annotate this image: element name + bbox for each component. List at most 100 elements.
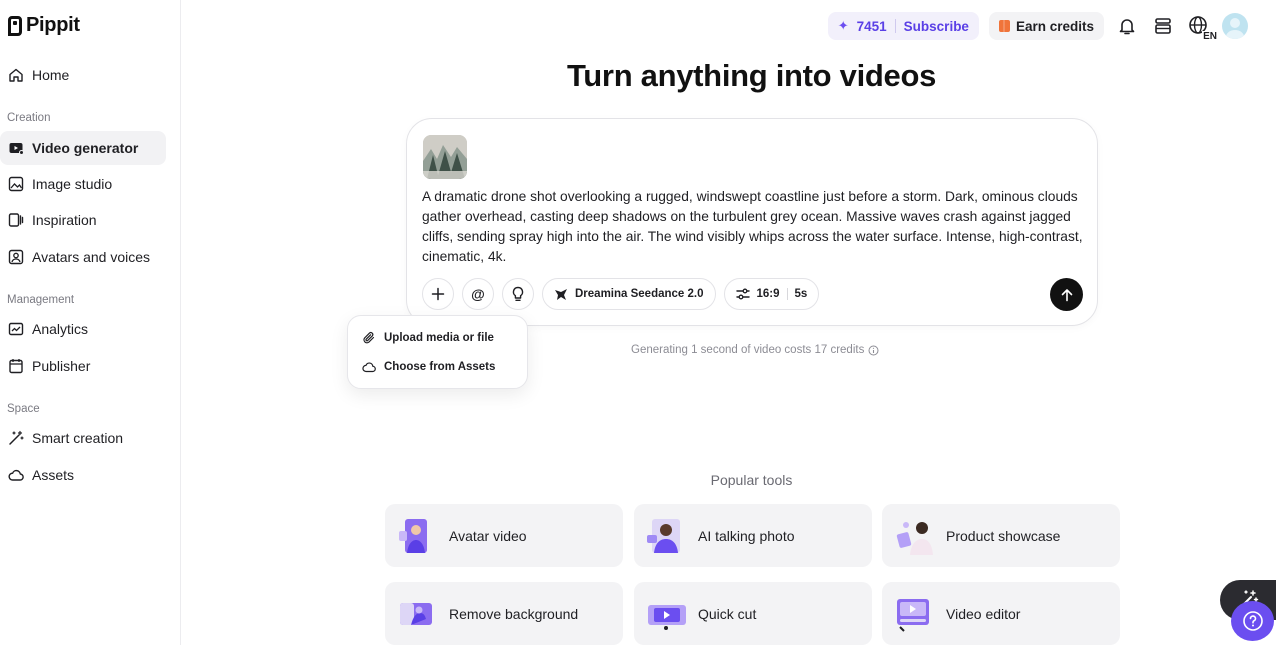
lightbulb-icon bbox=[512, 286, 524, 301]
sidebar-item-label: Inspiration bbox=[32, 212, 97, 228]
send-button[interactable] bbox=[1050, 278, 1083, 311]
earn-credits-label: Earn credits bbox=[1015, 18, 1094, 34]
sidebar: Pippit Home Creation Video generator Ima… bbox=[0, 0, 181, 645]
video-generator-icon bbox=[9, 143, 24, 155]
forest-image-icon bbox=[423, 135, 467, 179]
credits-count: 7451 bbox=[856, 18, 887, 34]
tool-card-label: Product showcase bbox=[946, 527, 1061, 544]
inspiration-icon bbox=[8, 213, 24, 227]
bell-icon bbox=[1119, 19, 1135, 35]
reference-image-thumbnail[interactable] bbox=[423, 135, 467, 179]
duration-value: 5s bbox=[794, 288, 808, 300]
tool-card-label: Avatar video bbox=[449, 527, 527, 544]
model-name: Dreamina Seedance 2.0 bbox=[575, 288, 704, 300]
at-icon: @ bbox=[471, 286, 485, 302]
credit-cost-note: Generating 1 second of video costs 17 cr… bbox=[631, 344, 879, 356]
sidebar-item-label: Image studio bbox=[32, 176, 113, 192]
tool-card-quick-cut[interactable]: Quick cut bbox=[634, 582, 872, 645]
subscribe-button[interactable]: Subscribe bbox=[904, 19, 969, 34]
upload-media-label: Upload media or file bbox=[384, 332, 494, 344]
sidebar-item-label: Analytics bbox=[32, 321, 89, 337]
pippit-logo-icon bbox=[8, 15, 22, 36]
choose-assets-label: Choose from Assets bbox=[384, 361, 496, 373]
sidebar-item-label: Assets bbox=[32, 467, 75, 483]
upload-menu: Upload media or file Choose from Assets bbox=[347, 315, 528, 389]
video-editor-thumbnail bbox=[894, 595, 932, 633]
model-selector[interactable]: Dreamina Seedance 2.0 bbox=[542, 278, 716, 310]
idea-button[interactable] bbox=[502, 278, 534, 310]
sidebar-item-inspiration[interactable]: Inspiration bbox=[0, 203, 166, 237]
tool-card-avatar-video[interactable]: Avatar video bbox=[385, 504, 623, 567]
paperclip-icon bbox=[363, 332, 375, 344]
home-icon bbox=[9, 68, 23, 82]
pippit-logo[interactable]: Pippit bbox=[8, 14, 80, 37]
user-avatar[interactable] bbox=[1222, 13, 1248, 39]
video-settings-selector[interactable]: 16:9 5s bbox=[723, 278, 820, 310]
dreamina-icon bbox=[555, 289, 567, 300]
calendar-icon bbox=[9, 359, 23, 374]
tool-card-product-showcase[interactable]: Product showcase bbox=[882, 504, 1120, 567]
question-icon bbox=[1242, 611, 1263, 631]
arrow-up-icon bbox=[1061, 288, 1072, 301]
sidebar-item-video-generator[interactable]: Video generator bbox=[0, 131, 166, 165]
info-icon[interactable] bbox=[868, 345, 879, 356]
tool-card-ai-talking-photo[interactable]: AI talking photo bbox=[634, 504, 872, 567]
divider bbox=[894, 19, 896, 33]
sidebar-item-home[interactable]: Home bbox=[0, 58, 166, 92]
stack-icon bbox=[1155, 18, 1171, 34]
sidebar-item-smart-creation[interactable]: Smart creation bbox=[0, 421, 166, 455]
cloud-icon bbox=[362, 362, 376, 373]
sidebar-item-label: Home bbox=[32, 67, 70, 83]
credits-pill[interactable]: ✦ 7451 Subscribe bbox=[827, 12, 979, 40]
upload-media-option[interactable]: Upload media or file bbox=[362, 327, 494, 349]
sidebar-item-avatars-voices[interactable]: Avatars and voices bbox=[0, 240, 166, 274]
sidebar-item-assets[interactable]: Assets bbox=[0, 458, 166, 492]
popular-tools-heading: Popular tools bbox=[710, 472, 793, 488]
sidebar-item-label: Video generator bbox=[32, 140, 139, 156]
choose-from-assets-option[interactable]: Choose from Assets bbox=[362, 356, 495, 378]
notifications-button[interactable] bbox=[1114, 13, 1140, 39]
section-label-management: Management bbox=[7, 294, 75, 306]
app-root: Pippit Home Creation Video generator Ima… bbox=[0, 0, 1280, 645]
section-label-creation: Creation bbox=[7, 112, 51, 124]
prompt-input[interactable]: A dramatic drone shot overlooking a rugg… bbox=[422, 187, 1087, 267]
tool-card-label: Quick cut bbox=[698, 605, 757, 622]
ai-talking-photo-thumbnail bbox=[646, 517, 684, 555]
language-button[interactable]: EN bbox=[1186, 13, 1218, 42]
prompt-toolbar: @ Dreamina Seedance 2.0 16:9 5s bbox=[422, 278, 820, 310]
mention-button[interactable]: @ bbox=[462, 278, 494, 310]
earn-credits-button[interactable]: Earn credits bbox=[988, 12, 1104, 40]
credit-cost-text: Generating 1 second of video costs 17 cr… bbox=[631, 344, 865, 356]
quick-cut-thumbnail bbox=[646, 595, 686, 633]
cloud-icon bbox=[8, 469, 24, 481]
tool-card-label: Remove background bbox=[449, 605, 579, 622]
inbox-button[interactable] bbox=[1150, 13, 1176, 39]
language-code: EN bbox=[1202, 31, 1218, 42]
magic-wand-icon bbox=[9, 430, 24, 445]
section-label-space: Space bbox=[7, 403, 40, 415]
gift-icon bbox=[998, 20, 1010, 32]
divider bbox=[786, 288, 788, 300]
avatar-icon bbox=[8, 249, 24, 265]
tool-card-label: Video editor bbox=[946, 605, 1021, 622]
sidebar-item-label: Smart creation bbox=[32, 430, 124, 446]
tool-card-remove-background[interactable]: Remove background bbox=[385, 582, 623, 645]
product-showcase-thumbnail bbox=[894, 517, 933, 555]
add-button[interactable] bbox=[422, 278, 454, 310]
sidebar-item-image-studio[interactable]: Image studio bbox=[0, 167, 166, 201]
aspect-ratio-value: 16:9 bbox=[756, 288, 780, 300]
sparkle-icon: ✦ bbox=[837, 18, 849, 33]
sidebar-item-analytics[interactable]: Analytics bbox=[0, 312, 166, 346]
sidebar-item-label: Avatars and voices bbox=[32, 249, 151, 265]
page-title: Turn anything into videos bbox=[566, 58, 937, 93]
top-bar: ✦ 7451 Subscribe Earn credits EN bbox=[827, 12, 1248, 42]
analytics-icon bbox=[8, 322, 24, 336]
image-studio-icon bbox=[8, 176, 24, 192]
help-button[interactable] bbox=[1231, 601, 1274, 641]
plus-icon bbox=[431, 287, 445, 301]
avatar-video-thumbnail bbox=[397, 517, 435, 555]
tool-card-label: AI talking photo bbox=[698, 527, 795, 544]
tool-card-video-editor[interactable]: Video editor bbox=[882, 582, 1120, 645]
remove-background-thumbnail bbox=[397, 595, 435, 633]
sidebar-item-publisher[interactable]: Publisher bbox=[0, 349, 166, 383]
